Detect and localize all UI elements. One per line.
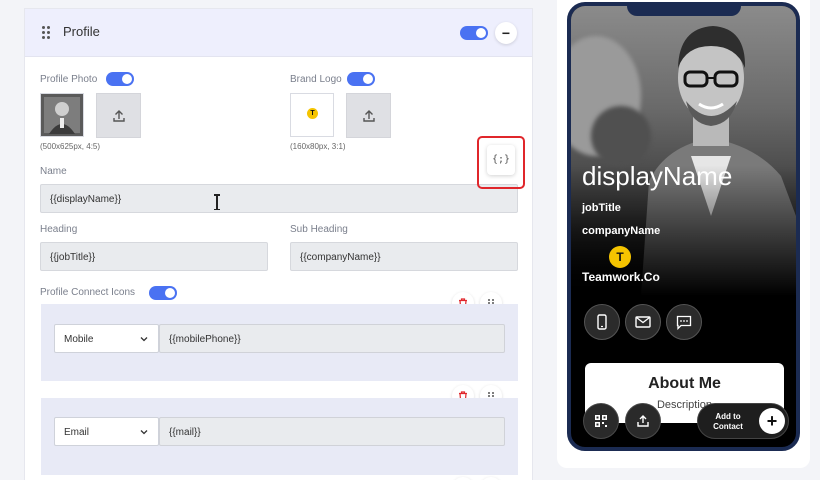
connect-item-mobile: Mobile {{mobilePhone}} [41,304,518,381]
preview-display-name: displayName [582,161,733,191]
chevron-down-icon [140,430,148,435]
connect-item-email: Email {{mail}} [41,398,518,475]
heading-input[interactable]: {{jobTitle}} [40,242,268,271]
profile-photo-thumbnail[interactable] [40,93,84,137]
subheading-label: Sub Heading [290,224,348,235]
heading-label: Heading [40,224,78,235]
phone-contact-button[interactable] [584,304,620,340]
connect-value-input[interactable]: {{mobilePhone}} [159,324,505,353]
upload-logo-button[interactable] [346,93,391,138]
person-photo-icon [41,94,83,136]
phone-notch [627,6,741,16]
add-to-contact-label: Add to Contact [713,412,743,431]
plus-icon: + [759,408,785,434]
person-photo-icon [571,6,796,296]
connect-icons-label: Profile Connect Icons [40,287,136,298]
phone-preview: displayName jobTitle companyName T Teamw… [567,2,800,451]
connect-type-select[interactable]: Mobile [54,324,159,353]
upload-photo-button[interactable] [96,93,141,138]
about-title: About Me [648,375,721,392]
preview-job-title: jobTitle [582,202,621,214]
chevron-down-icon [140,337,148,342]
share-button[interactable] [625,403,661,439]
qr-code-button[interactable] [583,403,619,439]
profile-photo-label: Profile Photo [40,74,98,85]
profile-photo-preview [571,6,796,296]
profile-photo-toggle[interactable] [106,72,134,86]
connect-type-value: Email [64,427,90,438]
brand-logo-label: Brand Logo [290,74,342,85]
photo-size-hint: (500x625px, 4:5) [40,142,101,151]
subheading-input[interactable]: {{companyName}} [290,242,518,271]
preview-bottom-bar: Add to Contact + [571,401,796,447]
profile-section-header[interactable]: Profile − [25,9,532,57]
connect-icons-toggle[interactable] [149,286,177,300]
minus-icon: − [501,25,511,41]
name-label: Name [40,166,67,177]
qr-code-icon [595,415,607,427]
email-contact-button[interactable] [625,304,661,340]
upload-icon [362,109,375,122]
share-icon [637,415,649,427]
message-contact-button[interactable] [666,304,702,340]
name-input[interactable]: {{displayName}} [40,184,518,213]
connect-type-value: Mobile [64,334,94,345]
drag-handle-icon[interactable] [42,26,50,40]
section-title: Profile [63,24,100,39]
text-cursor-icon [214,194,220,210]
connect-type-select[interactable]: Email [54,417,159,446]
preview-company-label: Teamwork.Co [582,270,660,284]
connect-value-input[interactable]: {{mail}} [159,417,505,446]
variable-highlight-frame: {;} [477,136,525,189]
upload-icon [112,109,125,122]
profile-toggle[interactable] [460,26,488,40]
chat-icon [676,315,692,330]
collapse-button[interactable]: − [495,22,517,44]
logo-size-hint: (160x80px, 3:1) [290,142,346,151]
brand-logo-toggle[interactable] [347,72,375,86]
brand-logo-thumbnail[interactable]: T [290,93,334,137]
mail-icon [635,316,651,328]
mobile-phone-icon [597,314,607,330]
brand-logo-icon: T [307,108,318,119]
company-logo-icon: T [609,246,631,268]
add-to-contact-button[interactable]: Add to Contact + [697,403,789,439]
insert-variable-button[interactable]: {;} [487,145,515,175]
profile-editor-panel: Profile − Profile Photo (500x625px, 4:5)… [24,8,533,480]
preview-company-name: companyName [582,225,661,237]
